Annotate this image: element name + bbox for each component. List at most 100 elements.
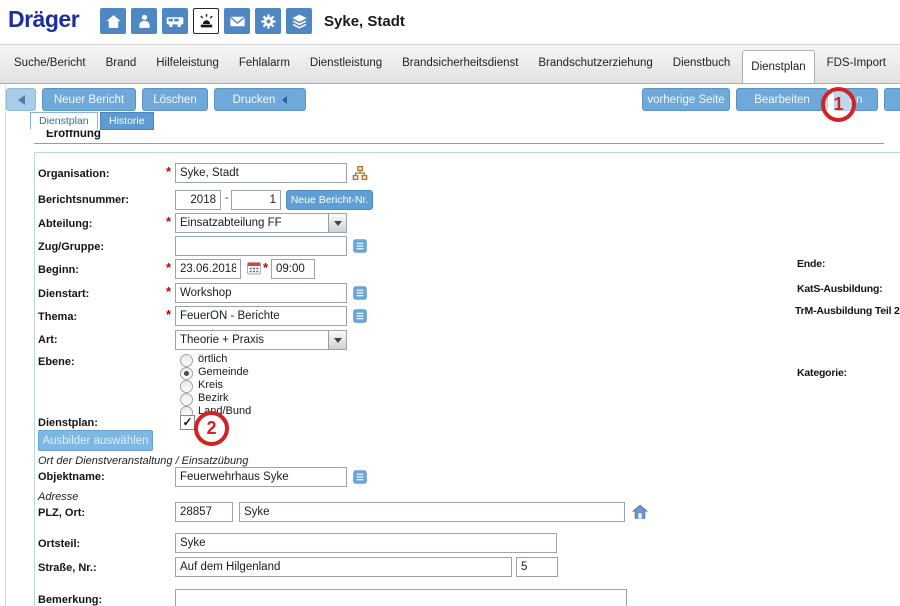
tab-dienstbuch[interactable]: Dienstbuch [665,44,739,83]
ort-input[interactable] [239,502,625,522]
strasse-input[interactable] [175,557,512,577]
page-title: Syke, Stadt [324,13,405,30]
berichtsnummer-number-input[interactable] [231,190,281,210]
tab-fehlalarm[interactable]: Fehlalarm [231,44,298,83]
ebene-option-kreis-label: Kreis [198,379,223,391]
abteilung-label: Abteilung: [38,218,92,230]
tab-suche-bericht[interactable]: Suche/Bericht [6,44,94,83]
feueron-window: Dräger [0,0,900,606]
organisation-required-marker: * [166,164,171,179]
ausbilder-auswaehlen-button[interactable]: Ausbilder auswählen [38,430,153,451]
ende-label: Ende: [797,258,825,270]
naechste-seite-button[interactable]: nächst [884,88,900,111]
zug-gruppe-label: Zug/Gruppe: [38,241,104,253]
ebene-option-bezirk-label: Bezirk [198,392,229,404]
zug-gruppe-list-icon[interactable] [352,238,368,254]
tab-dienstplan[interactable]: Dienstplan [742,50,814,83]
hausnummer-input[interactable] [516,557,558,577]
berichtsnummer-separator: - [225,192,229,204]
home-icon[interactable] [100,8,126,34]
organisation-input[interactable] [175,163,347,183]
content-left-border [5,86,6,606]
ortsteil-label: Ortsteil: [38,538,80,550]
ebene-radio-oertlich[interactable] [180,354,193,367]
beginn-date-input[interactable] [175,259,241,279]
adresse-section-heading: Adresse [38,491,78,503]
person-icon[interactable] [131,8,157,34]
organisation-label: Organisation: [38,168,110,180]
kats-ausbildung-label: KatS-Ausbildung: [797,283,882,295]
plz-input[interactable] [175,502,233,522]
calendar-icon[interactable] [246,260,262,276]
tab-dienstleistung[interactable]: Dienstleistung [302,44,390,83]
beginn-time-input[interactable] [271,259,315,279]
abteilung-select[interactable]: Einsatzabteilung FF [175,213,347,233]
tab-hilfeleistung[interactable]: Hilfeleistung [148,44,227,83]
ebene-radio-gemeinde[interactable] [180,367,193,380]
subtab-dienstplan[interactable]: Dienstplan [30,112,98,130]
bemerkung-label: Bemerkung: [38,594,102,606]
bearbeiten-button[interactable]: Bearbeiten [736,88,828,111]
plz-ort-label: PLZ, Ort: [38,507,85,519]
tab-brandsicherheitsdienst[interactable]: Brandsicherheitsdienst [394,44,526,83]
layers-icon[interactable] [286,8,312,34]
dienstart-label: Dienstart: [38,288,89,300]
back-arrow-icon [18,95,25,105]
abteilung-dropdown-arrow[interactable] [328,214,346,232]
draeger-logo: Dräger [8,6,79,33]
thema-required-marker: * [166,307,171,322]
beginn-date-required-marker: * [166,260,171,275]
ortsteil-input[interactable] [175,533,557,553]
trm-ausbildung-label: TrM-Ausbildung Teil 2: [795,305,900,317]
tab-fds-import[interactable]: FDS-Import [819,44,894,83]
ebene-radio-bezirk[interactable] [180,393,193,406]
tab-brandschutzerziehung[interactable]: Brandschutzerziehung [530,44,660,83]
thema-list-icon[interactable] [352,308,368,324]
kategorie-label: Kategorie: [797,367,847,379]
vorherige-seite-button[interactable]: vorherige Seite [642,88,730,111]
dienstplan-checkbox[interactable]: ✓ [180,415,195,430]
annotation-step-1: 1 [821,87,856,122]
home-address-icon[interactable] [631,503,649,521]
beginn-time-required-marker: * [263,260,268,275]
ebene-radio-kreis[interactable] [180,380,193,393]
thema-label: Thema: [38,311,77,323]
neue-bericht-nr-button[interactable]: Neue Bericht-Nr. [286,190,373,210]
abteilung-required-marker: * [166,214,171,229]
ebene-option-gemeinde-label: Gemeinde [198,366,249,378]
berichtsnummer-year-input[interactable] [175,190,221,210]
dienstart-required-marker: * [166,284,171,299]
subtab-historie[interactable]: Historie [100,112,154,130]
ebene-label: Ebene: [38,356,75,368]
siren-icon[interactable] [193,8,219,34]
beginn-label: Beginn: [38,264,79,276]
art-select[interactable]: Theorie + Praxis [175,330,347,350]
strasse-label: Straße, Nr.: [38,562,97,574]
dienstart-input[interactable] [175,283,347,303]
drucken-button[interactable]: Drucken [214,88,306,111]
section-divider [34,143,884,144]
tab-brand[interactable]: Brand [98,44,145,83]
bemerkung-input[interactable] [175,589,627,606]
art-dropdown-arrow[interactable] [328,331,346,349]
app-header: Dräger [0,0,900,45]
berichtsnummer-label: Berichtsnummer: [38,194,129,206]
neuer-bericht-button[interactable]: Neuer Bericht [42,88,136,111]
vehicle-icon[interactable] [162,8,188,34]
drucken-dropdown-icon [282,96,287,104]
annotation-step-2: 2 [194,411,229,446]
art-label: Art: [38,334,58,346]
objektname-list-icon[interactable] [352,469,368,485]
zug-gruppe-input[interactable] [175,236,347,256]
thema-input[interactable] [175,306,347,326]
dienstart-list-icon[interactable] [352,285,368,301]
objektname-label: Objektname: [38,471,105,483]
organisation-sitemap-icon[interactable] [352,165,368,181]
mail-icon[interactable] [224,8,250,34]
back-button[interactable] [6,88,36,111]
gear-icon[interactable] [255,8,281,34]
dienstplan-check-label: Dienstplan: [38,417,98,429]
loeschen-button[interactable]: Löschen [142,88,208,111]
objektname-input[interactable] [175,467,347,487]
main-tab-bar: Suche/Bericht Brand Hilfeleistung Fehlal… [0,45,900,84]
